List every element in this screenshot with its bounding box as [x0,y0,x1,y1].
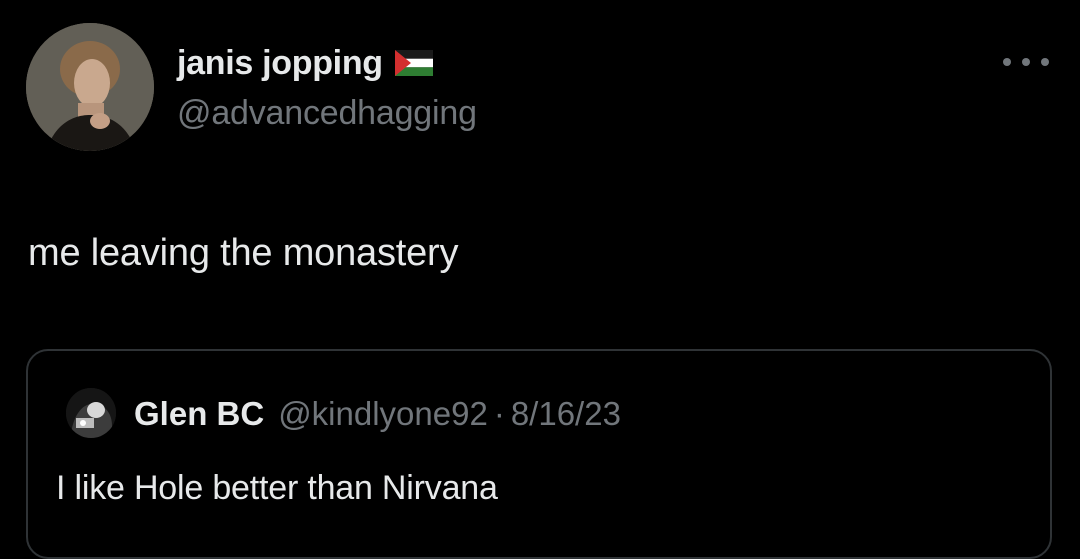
separator-dot: · [493,395,505,432]
tweet: janis jopping @advancedhagging me leavin… [0,0,1080,559]
more-dot [1003,58,1011,66]
quoted-author-name[interactable]: Glen BC [134,395,264,433]
author-name-row: janis jopping [177,40,433,86]
author-display-name[interactable]: janis jopping [177,44,383,83]
quoted-author-handle[interactable]: @kindlyone92 [278,395,488,433]
quoted-header: Glen BC @kindlyone92 · 8/16/23 [134,389,621,439]
avatar-image [26,23,154,151]
more-dot [1041,58,1049,66]
palestine-flag-icon [394,50,433,76]
author-handle[interactable]: @advancedhagging [177,94,477,133]
post-text: me leaving the monastery [28,232,459,274]
quoted-post[interactable]: Glen BC @kindlyone92 · 8/16/23 I like Ho… [26,349,1052,559]
quoted-author-avatar[interactable] [66,388,116,438]
author-avatar[interactable] [26,23,154,151]
quoted-avatar-image [66,388,116,438]
more-options-icon[interactable] [1003,52,1049,72]
more-dot [1022,58,1030,66]
quoted-post-text: I like Hole better than Nirvana [56,469,498,507]
quoted-date[interactable]: 8/16/23 [511,395,621,433]
